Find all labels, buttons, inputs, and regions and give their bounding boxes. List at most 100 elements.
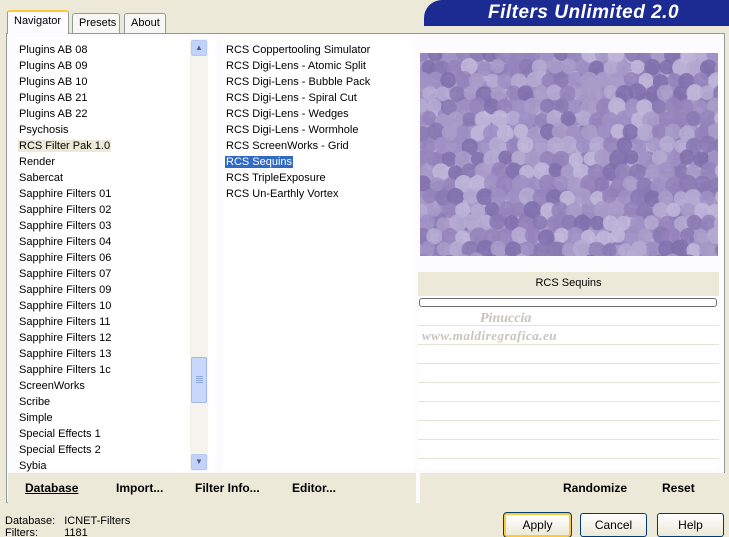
grip-icon bbox=[196, 376, 203, 384]
category-item[interactable]: Sabercat bbox=[16, 171, 64, 187]
scroll-thumb[interactable] bbox=[191, 357, 207, 403]
category-item[interactable]: Plugins AB 09 bbox=[16, 59, 89, 75]
category-item[interactable]: Sapphire Filters 04 bbox=[16, 235, 112, 251]
preview-info-area: RCS Sequins Pinuccia www.maldiregrafica.… bbox=[418, 272, 719, 469]
category-item[interactable]: Sapphire Filters 01 bbox=[16, 187, 112, 203]
filter-item[interactable]: RCS TripleExposure bbox=[223, 171, 327, 187]
category-item[interactable]: RCS Filter Pak 1.0 bbox=[16, 139, 112, 155]
database-value: ICNET-Filters bbox=[64, 515, 131, 527]
import-button[interactable]: Import... bbox=[116, 481, 163, 495]
filter-info-button[interactable]: Filter Info... bbox=[195, 481, 260, 495]
category-item-label: RCS Filter Pak 1.0 bbox=[18, 140, 112, 152]
category-item[interactable]: Sapphire Filters 03 bbox=[16, 219, 112, 235]
filter-item-label: RCS TripleExposure bbox=[226, 172, 326, 184]
category-item[interactable]: Special Effects 2 bbox=[16, 443, 102, 459]
category-item-label: Sapphire Filters 09 bbox=[19, 284, 112, 296]
category-item-label: Plugins AB 08 bbox=[19, 44, 88, 56]
preview-image bbox=[420, 53, 718, 256]
filters-value: 1181 bbox=[64, 527, 88, 537]
category-item-label: Sapphire Filters 12 bbox=[19, 332, 112, 344]
category-item-label: ScreenWorks bbox=[19, 380, 85, 392]
filter-item-label: RCS Sequins bbox=[225, 156, 294, 168]
apply-button[interactable]: Apply bbox=[503, 512, 572, 537]
category-list[interactable]: Plugins AB 08 Plugins AB 09 Plugins AB 10 P… bbox=[16, 37, 215, 472]
status-filters: Filters: 1181 bbox=[5, 527, 88, 537]
category-item[interactable]: Simple bbox=[16, 411, 54, 427]
category-item-label: Plugins AB 21 bbox=[19, 92, 88, 104]
filter-item[interactable]: RCS Digi-Lens - Wormhole bbox=[223, 123, 359, 139]
category-item-label: Sapphire Filters 04 bbox=[19, 236, 112, 248]
category-item-label: Psychosis bbox=[19, 124, 69, 136]
scroll-down-button[interactable]: ▼ bbox=[191, 454, 207, 470]
category-item[interactable]: Psychosis bbox=[16, 123, 70, 139]
sequins-pattern bbox=[420, 53, 718, 256]
category-item-label: Special Effects 2 bbox=[19, 444, 101, 456]
category-item-label: Plugins AB 22 bbox=[19, 108, 88, 120]
category-item[interactable]: Sapphire Filters 06 bbox=[16, 251, 112, 267]
filter-item[interactable]: RCS Digi-Lens - Spiral Cut bbox=[223, 91, 358, 107]
filter-item[interactable]: RCS ScreenWorks - Grid bbox=[223, 139, 350, 155]
scroll-up-button[interactable]: ▲ bbox=[191, 40, 207, 56]
category-item-label: Scribe bbox=[19, 396, 51, 408]
category-item[interactable]: Sapphire Filters 07 bbox=[16, 267, 112, 283]
category-item[interactable]: Plugins AB 21 bbox=[16, 91, 89, 107]
filter-item[interactable]: RCS Sequins bbox=[223, 155, 294, 171]
navigator-panel: Plugins AB 08 Plugins AB 09 Plugins AB 10 P… bbox=[6, 33, 725, 503]
category-item-label: Sapphire Filters 11 bbox=[19, 316, 111, 328]
category-item[interactable]: Sapphire Filters 11 bbox=[16, 315, 112, 331]
category-item[interactable]: Plugins AB 08 bbox=[16, 43, 89, 59]
watermark-url: www.maldiregrafica.eu bbox=[422, 328, 557, 343]
toolbar-divider bbox=[416, 473, 420, 503]
tab-navigator[interactable]: Navigator bbox=[7, 10, 69, 34]
category-scrollbar[interactable]: ▲ ▼ bbox=[190, 39, 208, 471]
category-item-label: Special Effects 1 bbox=[19, 428, 101, 440]
editor-button[interactable]: Editor... bbox=[292, 481, 336, 495]
bottom-toolbar: Database Import... Filter Info... Editor… bbox=[8, 473, 725, 503]
filter-item[interactable]: RCS Digi-Lens - Bubble Pack bbox=[223, 75, 371, 91]
reset-button[interactable]: Reset bbox=[662, 481, 695, 495]
database-button[interactable]: Database bbox=[25, 481, 78, 495]
cancel-button[interactable]: Cancel bbox=[580, 513, 647, 537]
category-item[interactable]: Render bbox=[16, 155, 56, 171]
category-item[interactable]: Sapphire Filters 02 bbox=[16, 203, 112, 219]
category-item-label: Render bbox=[19, 156, 56, 168]
category-item[interactable]: Plugins AB 22 bbox=[16, 107, 89, 123]
category-item[interactable]: Sapphire Filters 09 bbox=[16, 283, 112, 299]
category-item[interactable]: Sapphire Filters 1c bbox=[16, 363, 112, 379]
progress-bar bbox=[419, 298, 717, 307]
filters-label: Filters: bbox=[5, 527, 38, 537]
category-item-label: Plugins AB 10 bbox=[19, 76, 88, 88]
filter-item[interactable]: RCS Digi-Lens - Wedges bbox=[223, 107, 350, 123]
category-item-label: Sapphire Filters 03 bbox=[19, 220, 112, 232]
category-item[interactable]: Sapphire Filters 13 bbox=[16, 347, 112, 363]
status-database: Database: ICNET-Filters bbox=[5, 515, 130, 527]
tab-presets[interactable]: Presets bbox=[72, 13, 120, 33]
database-label: Database: bbox=[5, 515, 56, 527]
category-item-label: Plugins AB 09 bbox=[19, 60, 88, 72]
category-item[interactable]: Sapphire Filters 10 bbox=[16, 299, 112, 315]
category-item-label: Sapphire Filters 10 bbox=[19, 300, 112, 312]
category-item[interactable]: Scribe bbox=[16, 395, 51, 411]
filter-item[interactable]: RCS Un-Earthly Vortex bbox=[223, 187, 339, 203]
category-item[interactable]: Special Effects 1 bbox=[16, 427, 102, 443]
filter-list[interactable]: RCS Coppertooling Simulator RCS Digi-Lens… bbox=[223, 37, 414, 471]
filter-item[interactable]: RCS Digi-Lens - Atomic Split bbox=[223, 59, 367, 75]
watermark-name: Pinuccia bbox=[480, 311, 532, 326]
tab-about[interactable]: About bbox=[124, 13, 166, 33]
category-item[interactable]: ScreenWorks bbox=[16, 379, 86, 395]
help-button[interactable]: Help bbox=[657, 513, 724, 537]
filter-item-label: RCS Digi-Lens - Atomic Split bbox=[226, 60, 366, 72]
category-item-label: Sabercat bbox=[19, 172, 64, 184]
randomize-button[interactable]: Randomize bbox=[563, 481, 627, 495]
filter-item[interactable]: RCS Coppertooling Simulator bbox=[223, 43, 371, 59]
category-item-label: Sapphire Filters 13 bbox=[19, 348, 112, 360]
category-item-label: Sapphire Filters 07 bbox=[19, 268, 112, 280]
category-item[interactable]: Plugins AB 10 bbox=[16, 75, 89, 91]
filter-item-label: RCS Digi-Lens - Wedges bbox=[226, 108, 349, 120]
filter-item-label: RCS Digi-Lens - Bubble Pack bbox=[226, 76, 371, 88]
category-item-label: Simple bbox=[19, 412, 53, 424]
filter-item-label: RCS ScreenWorks - Grid bbox=[226, 140, 349, 152]
category-item-label: Sapphire Filters 06 bbox=[19, 252, 112, 264]
filter-item-label: RCS Digi-Lens - Spiral Cut bbox=[226, 92, 357, 104]
category-item[interactable]: Sapphire Filters 12 bbox=[16, 331, 112, 347]
